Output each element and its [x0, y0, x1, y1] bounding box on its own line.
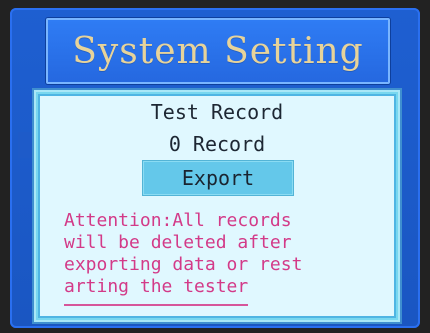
- device-frame: System Setting Test Record 0 Record Expo…: [0, 0, 430, 333]
- lcd-screen: System Setting Test Record 0 Record Expo…: [10, 8, 420, 328]
- section-title: Test Record: [150, 100, 284, 124]
- header-bar: System Setting: [46, 18, 390, 84]
- panel-inner: Test Record 0 Record Export Attention:Al…: [38, 94, 396, 318]
- attention-message: Attention:All records will be deleted af…: [64, 210, 303, 297]
- test-record-panel: Test Record 0 Record Export Attention:Al…: [32, 88, 402, 324]
- export-button[interactable]: Export: [142, 160, 294, 196]
- record-count: 0 Record: [168, 132, 266, 156]
- attention-underline: [64, 304, 248, 306]
- page-title: System Setting: [72, 30, 364, 72]
- left-tab-indicator: [18, 132, 32, 158]
